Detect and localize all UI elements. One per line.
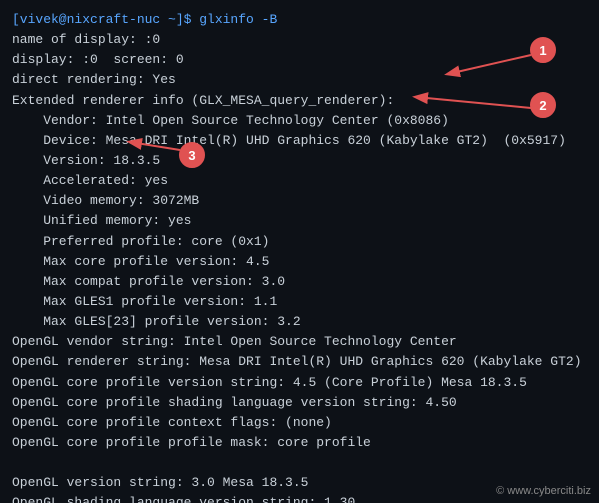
line-10: Unified memory: yes xyxy=(12,211,587,231)
line-12: Max core profile version: 4.5 xyxy=(12,252,587,272)
line-blank-1 xyxy=(12,453,587,473)
line-4: Extended renderer info (GLX_MESA_query_r… xyxy=(12,91,587,111)
line-9: Video memory: 3072MB xyxy=(12,191,587,211)
terminal-window: [vivek@nixcraft-nuc ~]$ glxinfo -B name … xyxy=(0,0,599,503)
line-16: OpenGL vendor string: Intel Open Source … xyxy=(12,332,587,352)
line-17: OpenGL renderer string: Mesa DRI Intel(R… xyxy=(12,352,587,372)
line-1: name of display: :0 xyxy=(12,30,587,50)
line-18: OpenGL core profile version string: 4.5 … xyxy=(12,373,587,393)
line-5: Vendor: Intel Open Source Technology Cen… xyxy=(12,111,587,131)
line-11: Preferred profile: core (0x1) xyxy=(12,232,587,252)
line-2: display: :0 screen: 0 xyxy=(12,50,587,70)
line-21: OpenGL core profile profile mask: core p… xyxy=(12,433,587,453)
line-15: Max GLES[23] profile version: 3.2 xyxy=(12,312,587,332)
line-8: Accelerated: yes xyxy=(12,171,587,191)
line-7: Version: 18.3.5 xyxy=(12,151,587,171)
watermark: © www.cyberciti.biz xyxy=(496,485,591,497)
line-20: OpenGL core profile context flags: (none… xyxy=(12,413,587,433)
command-prompt: [vivek@nixcraft-nuc ~]$ glxinfo -B xyxy=(12,10,587,30)
line-13: Max compat profile version: 3.0 xyxy=(12,272,587,292)
line-19: OpenGL core profile shading language ver… xyxy=(12,393,587,413)
line-3: direct rendering: Yes xyxy=(12,70,587,90)
line-6: Device: Mesa DRI Intel(R) UHD Graphics 6… xyxy=(12,131,587,151)
line-14: Max GLES1 profile version: 1.1 xyxy=(12,292,587,312)
